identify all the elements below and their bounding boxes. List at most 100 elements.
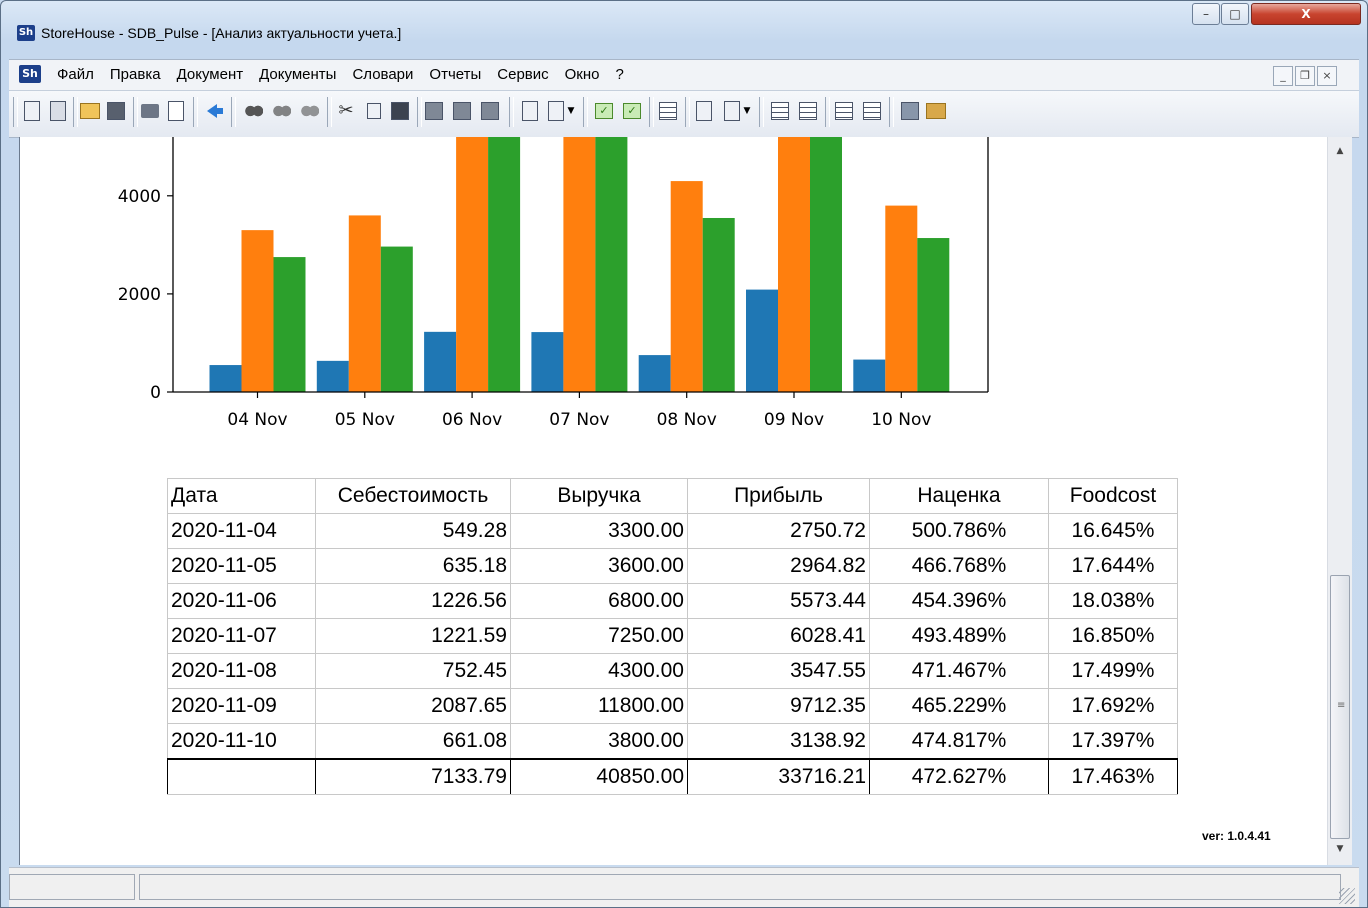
toolbar-separator: [583, 97, 588, 127]
toolbar-separator: [417, 97, 422, 127]
bar-05-Nov-s0: [316, 360, 349, 392]
menu-item-3[interactable]: Документы: [251, 65, 344, 85]
table-cell: 6800.00: [510, 583, 688, 619]
table-cell: 5573.44: [687, 583, 870, 619]
open-folder-icon[interactable]: [79, 100, 101, 122]
table-cell: 3800.00: [510, 723, 688, 760]
bar-09-Nov-s2: [810, 137, 842, 392]
clipboard-add-icon[interactable]: [721, 100, 743, 122]
print-icon[interactable]: [139, 100, 161, 122]
cut-icon[interactable]: ✂: [335, 100, 357, 122]
grid-icon[interactable]: [657, 100, 679, 122]
bars-icon[interactable]: [899, 100, 921, 122]
block-3-icon[interactable]: [479, 100, 501, 122]
mdi-minimize-button[interactable]: _: [1273, 66, 1293, 86]
maximize-button[interactable]: □: [1221, 3, 1249, 25]
doc-list-icon[interactable]: [519, 100, 541, 122]
paste-icon[interactable]: [389, 100, 411, 122]
y-tick-label: 4000: [118, 187, 161, 207]
dropdown-caret-icon[interactable]: ▼: [565, 100, 577, 122]
resize-grip-icon[interactable]: [1339, 888, 1355, 904]
table-cell: 3600.00: [510, 548, 688, 584]
minimize-button[interactable]: –: [1192, 3, 1220, 25]
version-label: ver: 1.0.4.41: [1202, 829, 1271, 843]
table-icon[interactable]: [769, 100, 791, 122]
total-cell: [167, 758, 316, 795]
bar-07-Nov-s0: [531, 332, 564, 392]
table-row: 2020-11-05 635.18 3600.00 2964.82 466.768% 17…: [167, 548, 1178, 584]
scroll-down-icon[interactable]: ▼: [1328, 839, 1352, 859]
save-icon[interactable]: [105, 100, 127, 122]
table-cell: 2020-11-05: [167, 548, 316, 584]
doc-dropdown-icon[interactable]: [545, 100, 567, 122]
find-icon[interactable]: [243, 100, 265, 122]
table-cell: 2020-11-10: [167, 723, 316, 760]
menu-item-1[interactable]: Правка: [102, 65, 169, 85]
table-cell: 6028.41: [687, 618, 870, 654]
boxes-icon[interactable]: [925, 100, 947, 122]
bar-chart: 0 2000 4000 04 Nov 05 Nov 06 Nov 07 Nov 08 Nov 0…: [118, 137, 989, 430]
table-cell: 1226.56: [315, 583, 511, 619]
table-cell: 454.396%: [869, 583, 1049, 619]
close-button[interactable]: X: [1251, 3, 1361, 25]
menu-item-2[interactable]: Документ: [169, 65, 252, 85]
copy-icon[interactable]: [363, 100, 385, 122]
print-preview-icon[interactable]: [165, 100, 187, 122]
mdi-restore-button[interactable]: ❐: [1295, 66, 1315, 86]
back-arrow-icon[interactable]: [201, 100, 223, 122]
block-icon[interactable]: [423, 100, 445, 122]
table-add-icon[interactable]: [797, 100, 819, 122]
menu-item-4[interactable]: Словари: [344, 65, 421, 85]
table-2-icon[interactable]: [833, 100, 855, 122]
toolbar-separator: [825, 97, 830, 127]
column-header-date: Дата: [167, 478, 316, 514]
table-cell: 2750.72: [687, 513, 870, 549]
menu-item-7[interactable]: Окно: [557, 65, 608, 85]
menu-item-6[interactable]: Сервис: [489, 65, 556, 85]
app-icon: Sh: [17, 25, 35, 41]
menu-item-0[interactable]: Файл: [49, 65, 102, 85]
toolbar-separator: [193, 97, 198, 127]
bar-10-Nov-s0: [853, 359, 886, 392]
table-row: 2020-11-07 1221.59 7250.00 6028.41 493.489% 1…: [167, 618, 1178, 654]
title-bar[interactable]: Sh StoreHouse - SDB_Pulse - [Анализ акту…: [1, 1, 1367, 59]
table-cell: 16.645%: [1048, 513, 1178, 549]
table-3-icon[interactable]: [861, 100, 883, 122]
replace-icon[interactable]: [299, 100, 321, 122]
total-cell: 40850.00: [510, 758, 688, 795]
check-icon[interactable]: ✓: [593, 100, 615, 122]
column-header-profit: Прибыль: [687, 478, 870, 514]
menu-item-5[interactable]: Отчеты: [421, 65, 489, 85]
app-window: Sh StoreHouse - SDB_Pulse - [Анализ акту…: [0, 0, 1368, 908]
dropdown-caret-icon[interactable]: ▼: [741, 100, 753, 122]
bar-09-Nov-s0: [746, 289, 778, 392]
toolbar: ✂ ▼ ✓ ✓ ▼: [9, 90, 1359, 138]
total-cell: 17.463%: [1048, 758, 1178, 795]
toolbar-separator: [133, 97, 138, 127]
x-tick-label: 06 Nov: [442, 410, 502, 430]
check-2-icon[interactable]: ✓: [621, 100, 643, 122]
scroll-up-icon[interactable]: ▲: [1328, 141, 1352, 161]
toolbar-separator: [73, 97, 78, 127]
bars-group: [209, 137, 950, 392]
bar-10-Nov-s2: [917, 238, 950, 392]
clipboard-icon[interactable]: [693, 100, 715, 122]
table-cell: 7250.00: [510, 618, 688, 654]
toolbar-separator: [327, 97, 332, 127]
menu-item-8[interactable]: ?: [608, 65, 632, 85]
table-cell: 752.45: [315, 653, 511, 689]
mdi-close-button[interactable]: ×: [1317, 66, 1337, 86]
bar-07-Nov-s2: [595, 137, 628, 392]
block-2-icon[interactable]: [451, 100, 473, 122]
vertical-scrollbar[interactable]: ▲ ≡ ▼: [1327, 137, 1352, 865]
document-icon[interactable]: [21, 100, 43, 122]
mdi-child-icon[interactable]: Sh: [19, 65, 41, 83]
document-settings-icon[interactable]: [47, 100, 69, 122]
find-next-icon[interactable]: [271, 100, 293, 122]
report-content: 0 2000 4000 04 Nov 05 Nov 06 Nov 07 Nov 08 Nov 0…: [19, 137, 1328, 865]
status-panel-2: [139, 874, 1341, 900]
status-panel-1: [9, 874, 135, 900]
bar-07-Nov-s1: [563, 137, 596, 392]
table-row: 2020-11-06 1226.56 6800.00 5573.44 454.396% 1…: [167, 583, 1178, 619]
scrollbar-thumb[interactable]: ≡: [1330, 575, 1350, 839]
